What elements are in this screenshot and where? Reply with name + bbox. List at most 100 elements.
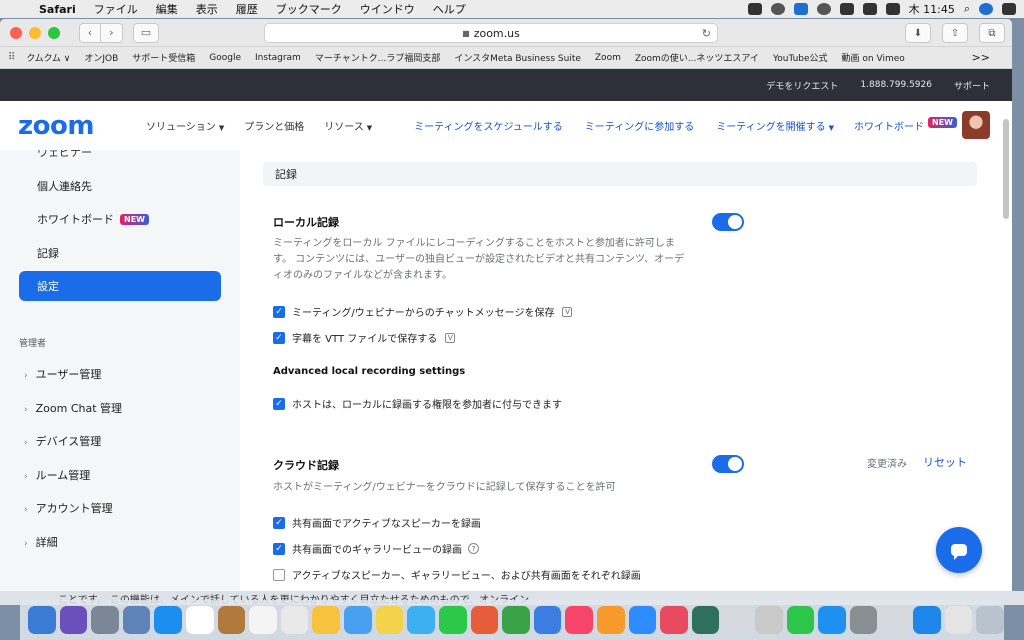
keynote-icon[interactable] — [533, 606, 562, 634]
nav-resources[interactable]: リソース ▼ — [314, 118, 382, 133]
checkbox-checked[interactable]: ✓ — [273, 516, 285, 529]
nav-join-meeting[interactable]: ミーティングに参加する — [575, 118, 704, 133]
unknown-app-icon[interactable] — [723, 606, 752, 634]
option-active-speaker-shared[interactable]: ✓ 共有画面でアクティブなスピーカーを録画 — [273, 515, 481, 530]
bookmark-item[interactable]: YouTube公式 — [766, 51, 835, 64]
sidebar-item-device-management[interactable]: › デバイス管理 — [24, 433, 101, 449]
numbers-icon[interactable] — [502, 606, 530, 634]
nav-solutions[interactable]: ソリューション ▼ — [136, 118, 234, 133]
wifi-icon[interactable] — [816, 3, 831, 15]
siri-icon[interactable] — [979, 3, 993, 15]
help-icon[interactable]: ? — [468, 543, 479, 554]
music-icon[interactable] — [565, 606, 593, 634]
bookmark-item[interactable]: Zoom — [588, 53, 628, 63]
reset-link[interactable]: リセット — [923, 454, 967, 470]
zoom-logo[interactable]: zoom — [18, 111, 136, 141]
launchpad-icon[interactable] — [91, 606, 119, 634]
zoom-dock-icon[interactable] — [628, 606, 657, 634]
forward-button[interactable]: › — [101, 22, 123, 43]
address-bar[interactable]: ■ zoom.us ↻ — [264, 23, 718, 43]
checkbox-checked[interactable]: ✓ — [273, 305, 285, 318]
downloads-button[interactable]: ⬇ — [905, 23, 931, 43]
creative-cloud-dock-icon[interactable] — [660, 606, 688, 634]
sidebar-item-room-management[interactable]: › ルーム管理 — [24, 467, 90, 483]
quicktime-icon[interactable] — [691, 606, 720, 634]
menu-history[interactable]: 履歴 — [227, 1, 267, 17]
tabs-overview-button[interactable]: ⧉ — [979, 23, 1005, 43]
bookmark-item[interactable]: 動画 on Vimeo — [835, 51, 912, 64]
checkbox-unchecked[interactable] — [273, 568, 285, 581]
nav-plans[interactable]: プランと価格 — [234, 118, 314, 133]
chat-support-button[interactable] — [936, 527, 982, 573]
messages-icon[interactable] — [407, 606, 435, 634]
bookmarks-overflow-button[interactable]: >> — [972, 51, 1012, 64]
menu-bookmarks[interactable]: ブックマーク — [267, 1, 351, 17]
sidebar-item-contacts[interactable]: 個人連絡先 — [37, 178, 92, 194]
sidebar-item-webinar[interactable]: ウェビナー — [37, 150, 92, 160]
notes-icon[interactable] — [280, 606, 309, 634]
reload-icon[interactable]: ↻ — [702, 27, 711, 40]
option-grant-local-recording[interactable]: ✓ ホストは、ローカルに録画する権限を参加者に付与できます — [273, 396, 562, 411]
bookmark-item[interactable]: クムクム ∨ — [19, 51, 77, 64]
unknown-app-icon[interactable] — [881, 606, 910, 634]
bookmark-item[interactable]: マーチャントク...ラブ福岡支部 — [308, 51, 448, 64]
chrome-icon[interactable] — [186, 606, 214, 634]
reminders-icon[interactable] — [312, 606, 341, 634]
textedit-icon[interactable] — [944, 606, 973, 634]
support-link[interactable]: サポート — [954, 79, 990, 92]
menu-edit[interactable]: 編集 — [147, 1, 187, 17]
menu-file[interactable]: ファイル — [85, 1, 147, 17]
trash-icon[interactable] — [976, 606, 1004, 634]
bookmark-item[interactable]: サポート受信箱 — [125, 51, 202, 64]
bookmark-item[interactable]: Zoomの使い...ネッツエスアイ — [628, 51, 766, 64]
sidebar-item-chat-management[interactable]: › Zoom Chat 管理 — [24, 400, 122, 416]
checkbox-checked[interactable]: ✓ — [273, 397, 285, 410]
nav-schedule-meeting[interactable]: ミーティングをスケジュールする — [404, 118, 573, 133]
facetime-icon[interactable] — [438, 606, 467, 634]
teamviewer-tray-icon[interactable] — [793, 3, 808, 15]
request-demo-link[interactable]: デモをリクエスト — [766, 79, 838, 92]
checkbox-checked[interactable]: ✓ — [273, 542, 285, 555]
minimize-window-button[interactable] — [29, 26, 41, 39]
menu-window[interactable]: ウインドウ — [351, 1, 424, 17]
back-button[interactable]: ‹ — [79, 22, 101, 43]
nav-host-meeting[interactable]: ミーティングを開催する ▼ — [706, 118, 844, 133]
sidebar-toggle-button[interactable]: ▭ — [133, 22, 159, 43]
sidebar-item-user-management[interactable]: › ユーザー管理 — [24, 366, 101, 382]
calendar-icon[interactable] — [249, 606, 277, 634]
option-save-chat[interactable]: ✓ ミーティング/ウェビナーからのチャットメッセージを保存 V — [273, 304, 573, 319]
sidebar-item-recordings[interactable]: 記録 — [37, 245, 59, 261]
spotlight-icon[interactable]: ⌕ — [964, 2, 970, 16]
fullscreen-window-button[interactable] — [48, 26, 60, 39]
contacts-icon[interactable] — [217, 606, 246, 634]
option-gallery-view-shared[interactable]: ✓ 共有画面でのギャラリービューの録画 ? — [273, 541, 479, 556]
siri-icon[interactable] — [59, 606, 88, 634]
cloud-recording-toggle[interactable] — [712, 455, 744, 473]
avatar[interactable] — [962, 111, 990, 139]
share-button[interactable]: ⇧ — [942, 23, 968, 43]
stickies-icon[interactable] — [375, 606, 404, 634]
bookmark-item[interactable]: オンJOB — [77, 51, 125, 64]
menubar-clock[interactable]: 木 11:45 — [909, 1, 955, 17]
show-all-bookmarks-icon[interactable]: ⠿ — [8, 52, 19, 63]
teamviewer-dock-icon[interactable] — [913, 606, 941, 634]
system-preferences-icon[interactable] — [849, 606, 878, 634]
page-scrollbar[interactable] — [1003, 119, 1009, 219]
sidebar-item-advanced[interactable]: › 詳細 — [24, 534, 58, 550]
nav-whiteboard[interactable]: ホワイトボード NEW — [844, 117, 967, 133]
notification-center-icon[interactable] — [1002, 3, 1016, 15]
phone-link[interactable]: 1.888.799.5926 — [860, 80, 932, 90]
acrobat-icon[interactable] — [755, 606, 783, 634]
input-source-icon[interactable] — [885, 3, 900, 15]
menu-view[interactable]: 表示 — [187, 1, 227, 17]
local-recording-toggle[interactable] — [712, 213, 744, 231]
finder-icon[interactable] — [28, 606, 56, 634]
bookmark-item[interactable]: Google — [202, 53, 248, 63]
close-window-button[interactable] — [10, 26, 22, 39]
sidebar-item-settings[interactable]: 設定 — [19, 271, 221, 301]
app-store-icon[interactable] — [818, 606, 846, 634]
option-save-vtt[interactable]: ✓ 字幕を VTT ファイルで保存する V — [273, 330, 456, 345]
bookmark-item[interactable]: インスタMeta Business Suite — [447, 51, 588, 64]
bookmark-item[interactable]: Instagram — [248, 53, 308, 63]
menu-app-name[interactable]: Safari — [30, 3, 85, 16]
